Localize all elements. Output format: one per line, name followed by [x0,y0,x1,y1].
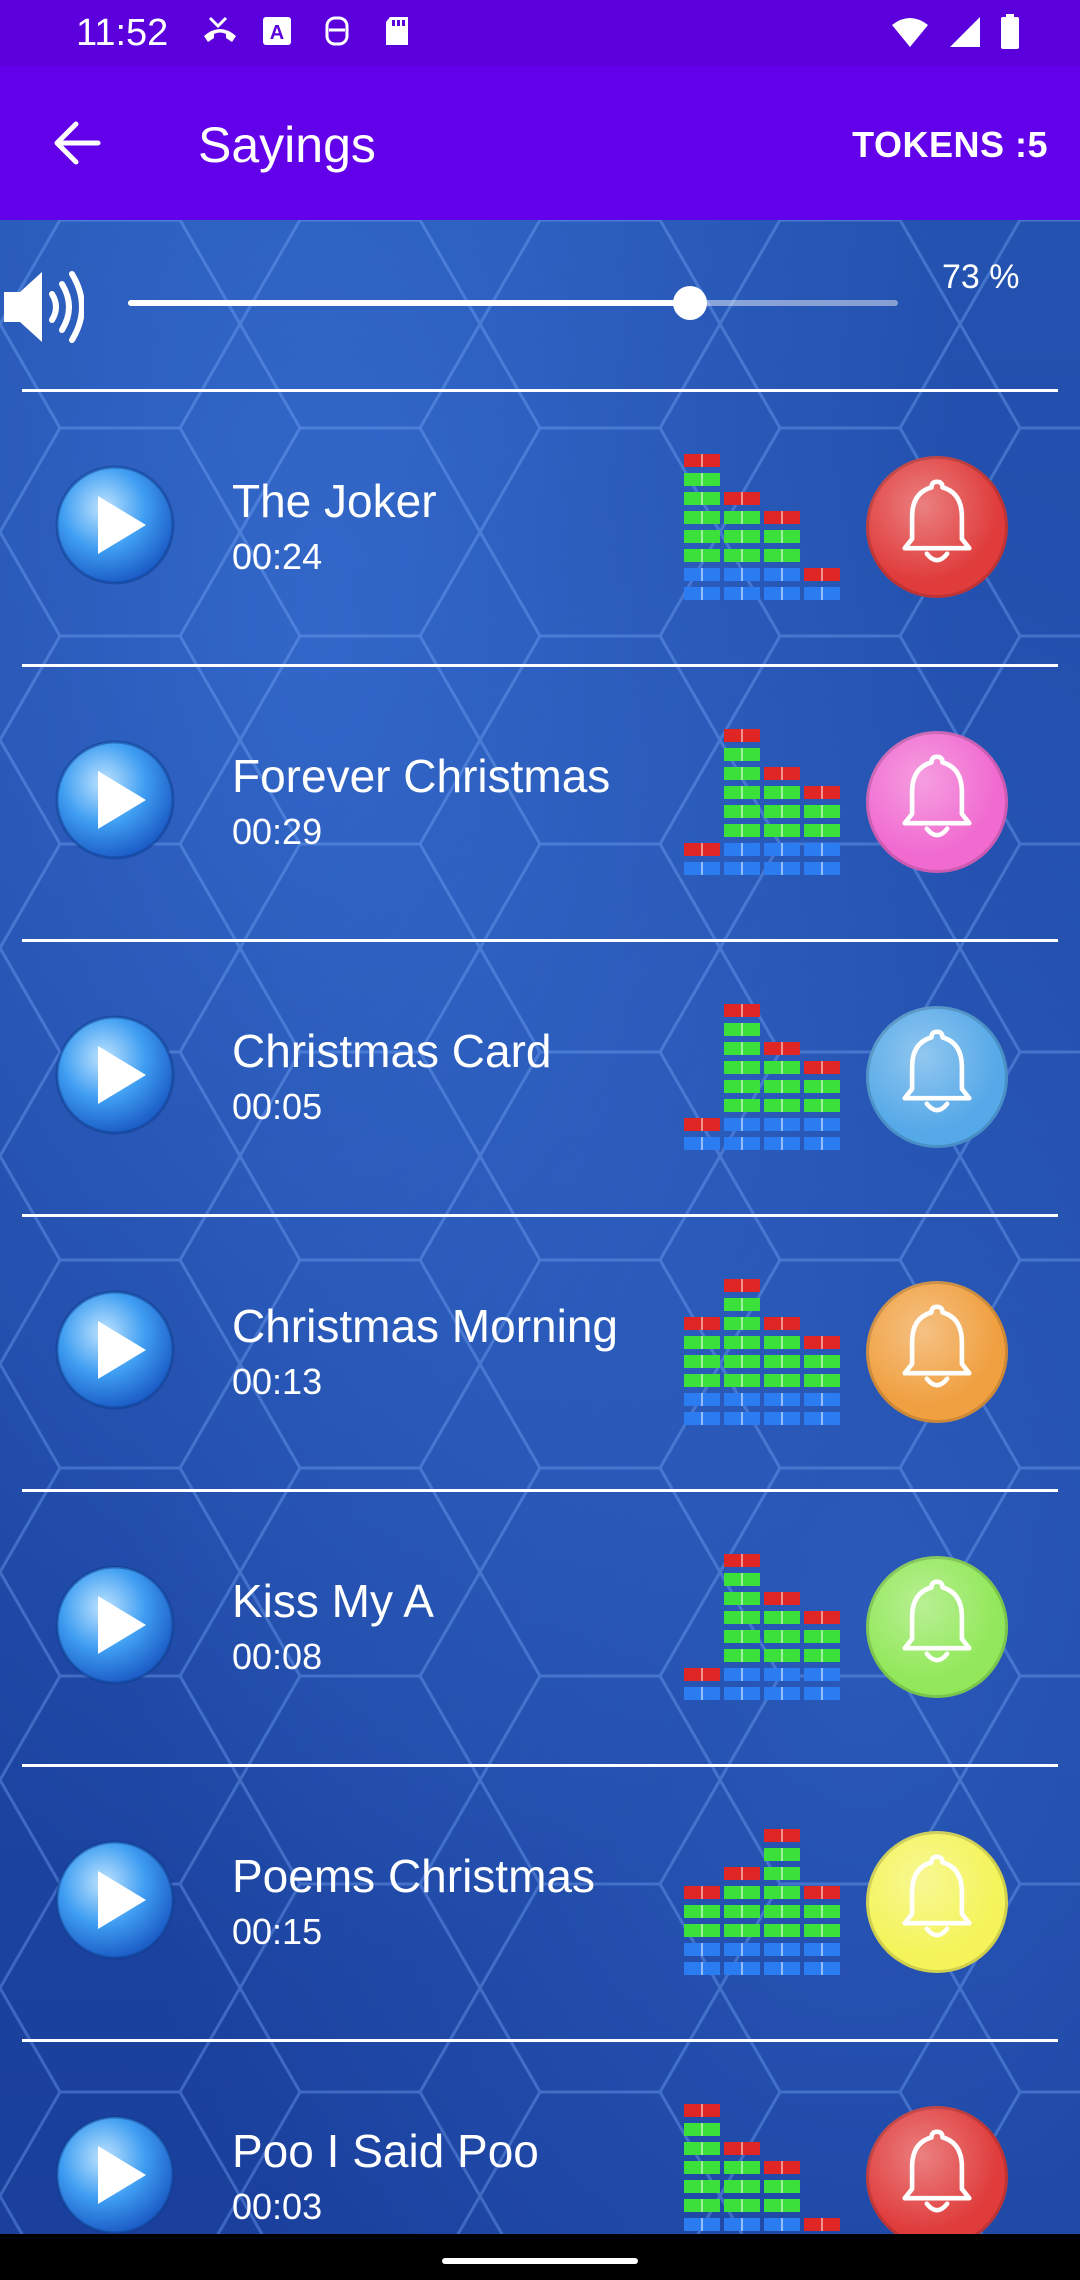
sound-title: Christmas Card [232,1025,552,1077]
sound-row[interactable]: Poems Christmas 00:15 [0,1767,1080,2039]
equalizer-icon [682,1002,840,1156]
wifi-icon [890,15,930,54]
signal-icon [948,15,982,54]
sound-title: Kiss My A [232,1575,434,1627]
equalizer-icon [682,2102,840,2234]
sound-list-container[interactable]: 73 % The Joker 00:24 Forever Christmas 00:2… [0,220,1080,2234]
ringtone-bell-button[interactable] [866,1006,1008,1148]
play-button[interactable] [54,1839,176,1961]
notification-icons: A [200,14,414,48]
play-button[interactable] [54,464,176,586]
sound-title: Poems Christmas [232,1850,595,1902]
play-icon [54,740,176,865]
play-button[interactable] [54,1564,176,1686]
play-icon [54,465,176,590]
ringtone-bell-button[interactable] [866,1831,1008,1973]
sound-duration: 00:03 [232,2186,323,2227]
sound-row[interactable]: Christmas Card 00:05 [0,942,1080,1214]
sound-title: Christmas Morning [232,1300,618,1352]
equalizer-icon [682,452,840,606]
equalizer-icon [682,1552,840,1706]
play-icon [54,1565,176,1690]
play-icon [54,1015,176,1140]
play-button[interactable] [54,739,176,861]
play-button[interactable] [54,1289,176,1411]
arrow-left-icon [54,121,101,165]
home-handle[interactable] [442,2258,638,2264]
sound-duration: 00:08 [232,1636,323,1677]
volume-slider-thumb[interactable] [673,286,708,320]
bell-icon [902,2129,972,2213]
app-bar: Sayings TOKENS :5 [0,66,1080,220]
sound-row[interactable]: Forever Christmas 00:29 [0,667,1080,939]
play-icon [54,1290,176,1415]
system-icons [890,14,1020,55]
bell-icon [902,479,972,563]
play-icon [54,1840,176,1965]
ringtone-bell-button[interactable] [866,2106,1008,2234]
status-bar: 11:52 A [0,0,1080,66]
sd-card-icon [380,14,414,48]
page-title: Sayings [198,117,376,173]
sound-row[interactable]: Poo I Said Poo 00:03 [0,2042,1080,2234]
bell-icon [902,754,972,838]
sound-row[interactable]: Kiss My A 00:08 [0,1492,1080,1764]
secure-icon [320,14,354,48]
back-button[interactable] [40,106,114,180]
volume-percent: 73 % [942,258,1020,296]
volume-control: 73 % [0,220,1080,392]
play-button[interactable] [54,1014,176,1136]
sound-title: Poo I Said Poo [232,2125,539,2177]
equalizer-icon [682,727,840,881]
sound-row[interactable]: The Joker 00:24 [0,392,1080,664]
volume-slider-fill [128,300,691,306]
navigation-bar [0,2234,1080,2280]
status-time: 11:52 [76,12,169,54]
sound-duration: 00:05 [232,1086,323,1127]
sound-duration: 00:29 [232,811,323,852]
tokens-counter[interactable]: TOKENS :5 [852,124,1048,166]
svg-text:A: A [270,22,284,44]
bell-icon [902,1579,972,1663]
sound-duration: 00:13 [232,1361,323,1402]
play-button[interactable] [54,2114,176,2234]
play-icon [54,2115,176,2234]
equalizer-icon [682,1827,840,1981]
bell-icon [902,1304,972,1388]
missed-call-icon [200,14,236,48]
equalizer-icon [682,1277,840,1431]
a-icon: A [260,14,294,48]
sound-title: Forever Christmas [232,750,611,802]
volume-slider[interactable] [128,286,898,320]
sound-duration: 00:24 [232,536,323,577]
battery-icon [1000,14,1020,55]
bell-icon [902,1029,972,1113]
sound-row[interactable]: Christmas Morning 00:13 [0,1217,1080,1489]
speaker-icon[interactable] [2,262,84,352]
ringtone-bell-button[interactable] [866,1281,1008,1423]
ringtone-bell-button[interactable] [866,1556,1008,1698]
sound-duration: 00:15 [232,1911,323,1952]
ringtone-bell-button[interactable] [866,731,1008,873]
sound-title: The Joker [232,475,437,527]
bell-icon [902,1854,972,1938]
ringtone-bell-button[interactable] [866,456,1008,598]
